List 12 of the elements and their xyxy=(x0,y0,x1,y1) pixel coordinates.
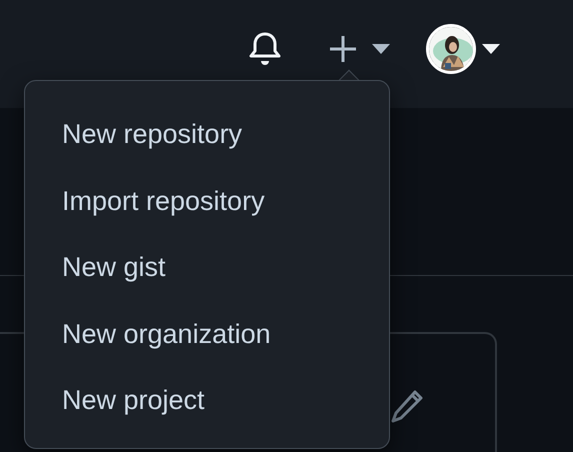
notification-bell-icon[interactable] xyxy=(249,31,281,67)
menu-item[interactable]: New repository xyxy=(25,101,389,168)
plus-icon xyxy=(328,34,358,64)
pencil-icon[interactable] xyxy=(391,389,423,423)
caret-icon xyxy=(372,44,390,54)
menu-item[interactable]: New gist xyxy=(25,234,389,300)
avatar-menu-button[interactable] xyxy=(426,24,500,74)
caret-icon xyxy=(482,44,500,54)
menu-item[interactable]: Import repository xyxy=(25,168,389,234)
create-new-button[interactable] xyxy=(328,34,390,64)
menu-item[interactable]: New organization xyxy=(25,300,389,367)
menu-item[interactable]: New project xyxy=(25,367,389,434)
